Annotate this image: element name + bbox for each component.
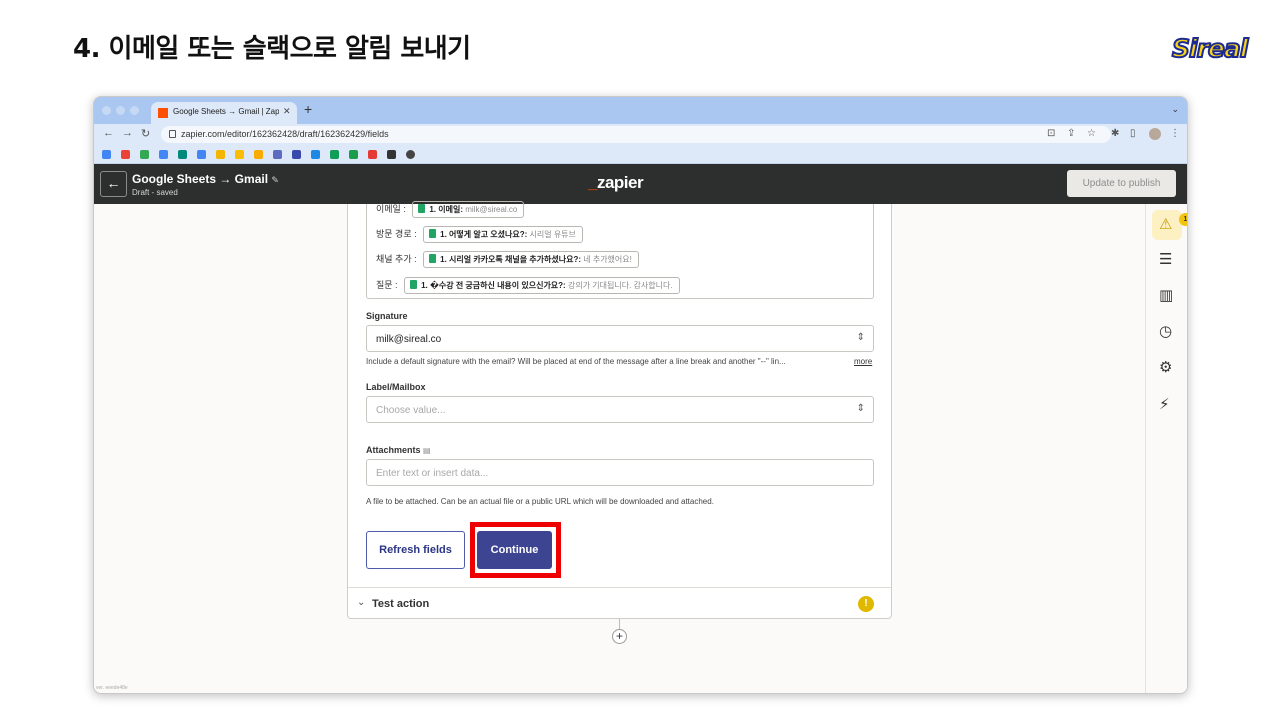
translate-icon[interactable]: ⊡ bbox=[1047, 128, 1055, 139]
browser-tab[interactable]: Google Sheets → Gmail | Zapier ✕ bbox=[151, 102, 297, 124]
tab-search-chevron-icon[interactable]: ⌄ bbox=[1171, 104, 1179, 115]
address-bar[interactable]: zapier.com/editor/162362428/draft/162362… bbox=[161, 126, 1111, 143]
bookmark-docs-icon[interactable] bbox=[197, 150, 206, 159]
step-connector bbox=[619, 619, 620, 629]
zap-status: Draft - saved bbox=[132, 188, 178, 197]
bookmark-slides-icon[interactable] bbox=[216, 150, 225, 159]
zapier-logo: _zapier bbox=[588, 173, 644, 192]
guide-book-icon[interactable]: ▥ bbox=[1159, 286, 1173, 304]
message-body-field[interactable]: 이메일 : 1. 이메일: milk@sireal.co 방문 경로 : 1. … bbox=[366, 201, 874, 299]
browser-toolbar: ← → ↻ zapier.com/editor/162362428/draft/… bbox=[94, 124, 1187, 146]
attachments-input[interactable]: Enter text or insert data... bbox=[366, 459, 874, 486]
message-line-question: 질문 : 1. �수강 전 궁금하신 내용이 있으신가요?: 강의가 기대됩니다… bbox=[376, 277, 680, 294]
zapier-header: ← Google Sheets → Gmail ✎ Draft - saved … bbox=[94, 164, 1187, 204]
zapier-favicon-icon bbox=[158, 108, 168, 118]
action-config-card: 이메일 : 1. 이메일: milk@sireal.co 방문 경로 : 1. … bbox=[347, 201, 892, 619]
continue-button[interactable]: Continue bbox=[477, 531, 552, 569]
bookmark-meet-icon[interactable] bbox=[178, 150, 187, 159]
side-panel-icon[interactable]: ▯ bbox=[1130, 128, 1136, 139]
sheets-icon bbox=[410, 280, 418, 289]
mapped-field-pill[interactable]: 1. �수강 전 궁금하신 내용이 있으신가요?: 강의가 기대됩니다. 감사합… bbox=[404, 277, 680, 294]
bookmark-drive-icon[interactable] bbox=[140, 150, 149, 159]
bookmark-google-icon[interactable] bbox=[102, 150, 111, 159]
close-window-button[interactable] bbox=[102, 106, 111, 115]
profile-avatar[interactable] bbox=[1149, 128, 1161, 140]
chevron-down-icon: ⌄ bbox=[357, 597, 366, 608]
lock-icon bbox=[169, 130, 176, 138]
bookmark-sites-icon[interactable] bbox=[292, 150, 301, 159]
bookmark-calendar-icon[interactable] bbox=[159, 150, 168, 159]
bookmark-chat-icon[interactable] bbox=[349, 150, 358, 159]
bookmark-other-icon[interactable] bbox=[406, 150, 415, 159]
tab-close-icon[interactable]: ✕ bbox=[283, 106, 291, 117]
message-line-email: 이메일 : 1. 이메일: milk@sireal.co bbox=[376, 201, 525, 218]
tab-title: Google Sheets → Gmail | Zapier bbox=[173, 107, 279, 116]
history-clock-icon[interactable]: ◷ bbox=[1159, 322, 1172, 340]
sheets-icon bbox=[429, 254, 437, 263]
bookmark-tool-icon[interactable] bbox=[311, 150, 320, 159]
publish-button[interactable]: Update to publish bbox=[1067, 170, 1176, 197]
mapped-field-pill[interactable]: 1. 어떻게 알고 오셨나요?: 시리얼 유튜브 bbox=[423, 226, 583, 243]
message-line-channel: 채널 추가 : 1. 시리얼 카카오톡 채널을 추가하셨나요?: 네 추가했어요… bbox=[376, 251, 639, 268]
refresh-fields-button[interactable]: Refresh fields bbox=[366, 531, 465, 569]
brand-logo: Sireal bbox=[1171, 33, 1249, 64]
file-icon: ▤ bbox=[423, 446, 431, 455]
forward-arrow-icon[interactable]: → bbox=[122, 127, 133, 139]
bookmark-star-icon[interactable]: ☆ bbox=[1087, 128, 1096, 139]
attachments-label: Attachments ▤ bbox=[366, 445, 431, 455]
outline-list-icon[interactable]: ☰ bbox=[1159, 250, 1172, 268]
sheets-icon bbox=[429, 229, 437, 238]
attachments-help: A file to be attached. Can be an actual … bbox=[366, 497, 714, 506]
minimize-window-button[interactable] bbox=[116, 106, 125, 115]
settings-gear-icon[interactable]: ⚙ bbox=[1159, 358, 1172, 376]
bookmark-forms-icon[interactable] bbox=[273, 150, 282, 159]
select-chevron-icon: ⇕ bbox=[856, 332, 865, 343]
message-line-source: 방문 경로 : 1. 어떻게 알고 오셨나요?: 시리얼 유튜브 bbox=[376, 226, 583, 243]
url-text: zapier.com/editor/162362428/draft/162362… bbox=[181, 129, 389, 139]
editor-back-button[interactable]: ← bbox=[100, 171, 127, 197]
browser-window: Google Sheets → Gmail | Zapier ✕ + ⌄ ← →… bbox=[93, 96, 1188, 694]
extensions-puzzle-icon[interactable]: ✱ bbox=[1111, 128, 1119, 139]
warning-icon: ! bbox=[858, 596, 874, 612]
bookmarks-bar bbox=[94, 146, 1187, 164]
warning-triangle-icon: ⚠ bbox=[1159, 216, 1173, 233]
bookmark-keep-icon[interactable] bbox=[235, 150, 244, 159]
add-step-button[interactable]: + bbox=[612, 629, 627, 644]
bookmark-gmail-icon[interactable] bbox=[121, 150, 130, 159]
zap-runs-icon[interactable]: ⚡ bbox=[1159, 395, 1170, 413]
version-label: ver. eeede48e bbox=[96, 685, 128, 691]
test-action-section[interactable]: ⌄ Test action ! bbox=[348, 587, 891, 619]
mapped-field-pill[interactable]: 1. 이메일: milk@sireal.co bbox=[412, 201, 525, 218]
zap-name[interactable]: Google Sheets → Gmail ✎ bbox=[132, 172, 279, 186]
sheets-icon bbox=[418, 204, 426, 213]
warning-panel-button[interactable]: ⚠ 1 bbox=[1152, 210, 1187, 240]
label-mailbox-select[interactable]: Choose value... ⇕ bbox=[366, 396, 874, 423]
browser-menu-icon[interactable]: ⋮ bbox=[1170, 128, 1180, 139]
bookmark-sheets-icon[interactable] bbox=[330, 150, 339, 159]
slide-title: 4. 이메일 또는 슬랙으로 알림 보내기 bbox=[73, 34, 471, 64]
select-chevron-icon: ⇕ bbox=[856, 403, 865, 414]
bookmark-analytics-icon[interactable] bbox=[254, 150, 263, 159]
share-icon[interactable]: ⇪ bbox=[1067, 128, 1075, 139]
mapped-field-pill[interactable]: 1. 시리얼 카카오톡 채널을 추가하셨나요?: 네 추가했어요! bbox=[423, 251, 639, 268]
label-mailbox-label: Label/Mailbox bbox=[366, 382, 426, 392]
new-tab-icon[interactable]: + bbox=[304, 101, 312, 117]
pencil-icon[interactable]: ✎ bbox=[271, 175, 279, 185]
bookmark-youtube-icon[interactable] bbox=[368, 150, 377, 159]
back-arrow-icon[interactable]: ← bbox=[103, 127, 114, 139]
maximize-window-button[interactable] bbox=[130, 106, 139, 115]
signature-label: Signature bbox=[366, 311, 408, 321]
tab-strip: Google Sheets → Gmail | Zapier ✕ + ⌄ bbox=[94, 97, 1187, 124]
warning-count-badge: 1 bbox=[1179, 213, 1187, 226]
bookmark-notion-icon[interactable] bbox=[387, 150, 396, 159]
signature-help: Include a default signature with the ema… bbox=[366, 357, 786, 366]
signature-select[interactable]: milk@sireal.co ⇕ bbox=[366, 325, 874, 352]
reload-icon[interactable]: ↻ bbox=[141, 127, 150, 140]
more-link[interactable]: more bbox=[854, 357, 872, 366]
test-action-label: Test action bbox=[372, 598, 430, 610]
right-rail: ⚠ 1 ☰ ▥ ◷ ⚙ ⚡ bbox=[1145, 204, 1187, 693]
